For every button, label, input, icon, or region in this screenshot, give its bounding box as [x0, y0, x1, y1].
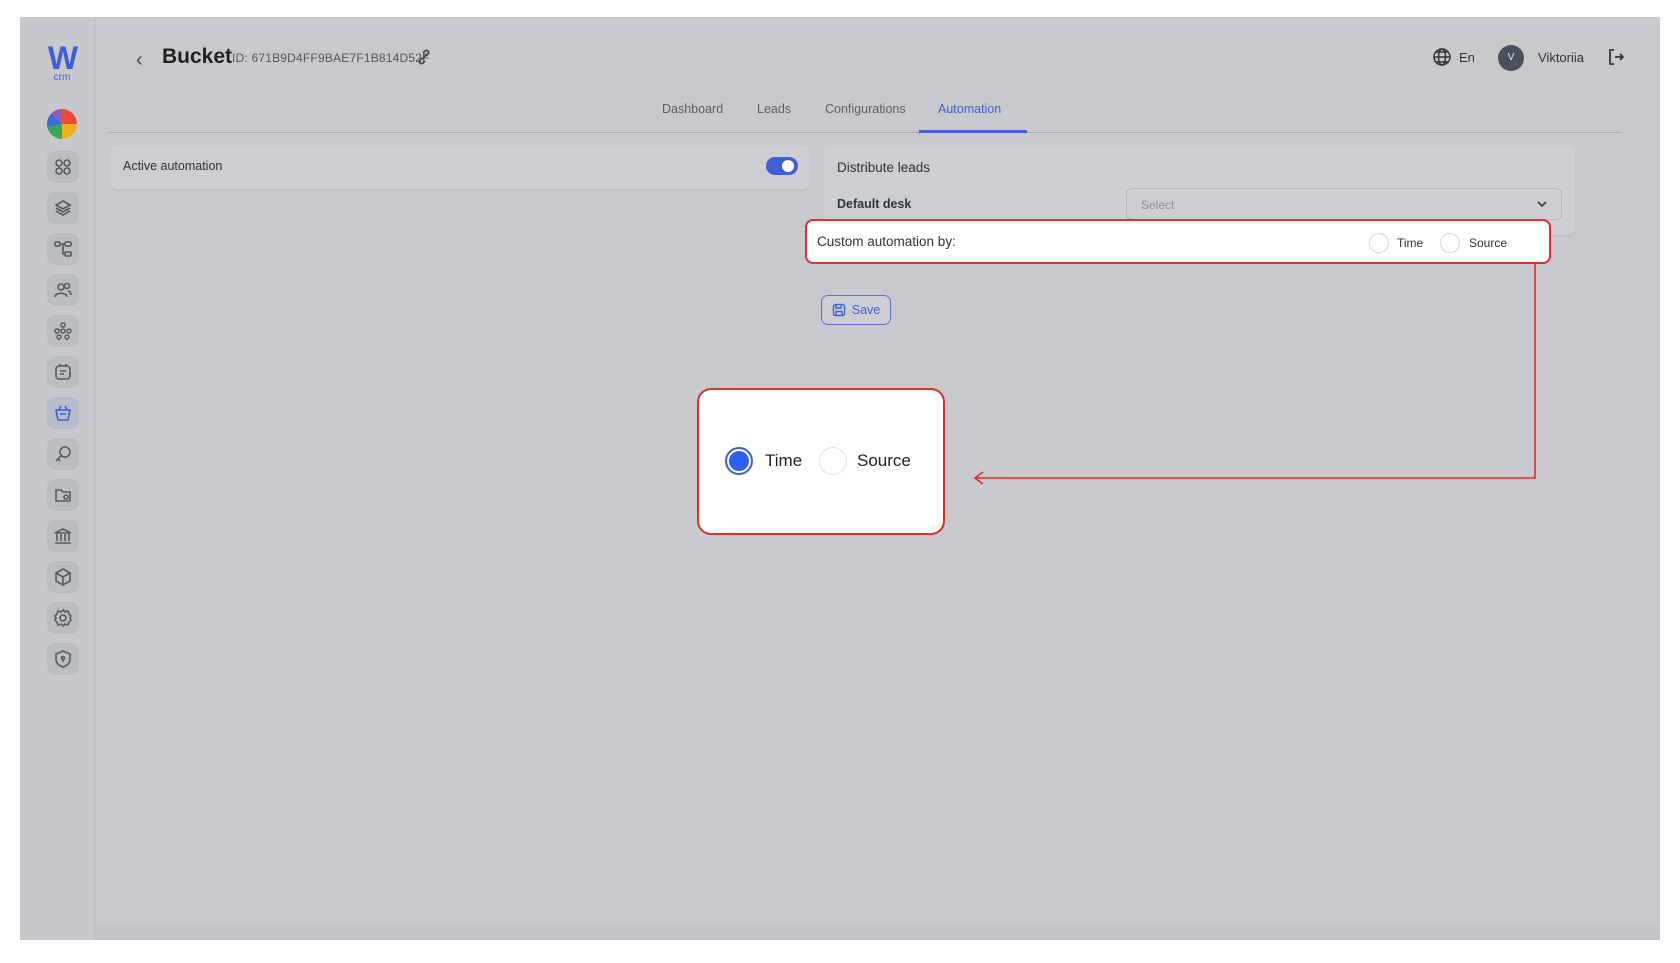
hierarchy-icon[interactable]: [47, 233, 79, 265]
radio-source-label-large: Source: [857, 451, 911, 470]
active-automation-label: Active automation: [123, 159, 223, 173]
bucket-icon[interactable]: [47, 397, 79, 429]
brand-logo[interactable]: W crm: [44, 40, 80, 83]
zoom-callout: Time Source: [697, 388, 945, 535]
sidebar: W crm: [20, 17, 96, 940]
active-tab-indicator: [919, 130, 1027, 133]
shield-icon[interactable]: [47, 643, 79, 675]
radio-selected-dot: [729, 451, 749, 471]
tab-automation[interactable]: Automation: [938, 102, 1001, 116]
notes-icon[interactable]: [47, 356, 79, 388]
radio-time-small[interactable]: [1369, 233, 1389, 253]
globe-icon: [1433, 48, 1451, 66]
color-wheel-icon[interactable]: [47, 109, 77, 139]
tab-bar: Dashboard Leads Configurations Automatio…: [96, 92, 1621, 134]
select-placeholder: Select: [1141, 198, 1175, 212]
tab-dashboard[interactable]: Dashboard: [662, 102, 723, 116]
dashboard-icon[interactable]: [47, 151, 79, 183]
layers-icon[interactable]: [47, 192, 79, 224]
save-icon: [832, 303, 845, 317]
default-desk-label: Default desk: [837, 197, 912, 211]
users-icon[interactable]: [47, 274, 79, 306]
active-automation-card: Active automation: [109, 145, 811, 189]
logo-letter: W: [47, 40, 78, 76]
custom-automation-row: Custom automation by: Time Source: [805, 219, 1551, 264]
chevron-down-icon: [1537, 201, 1547, 208]
radio-time-large[interactable]: [725, 447, 753, 475]
box-icon[interactable]: [47, 561, 79, 593]
tab-leads[interactable]: Leads: [757, 102, 791, 116]
radio-source-small[interactable]: [1440, 233, 1460, 253]
avatar[interactable]: V: [1498, 45, 1524, 71]
folder-user-icon[interactable]: [47, 479, 79, 511]
key-icon[interactable]: [47, 438, 79, 470]
user-name[interactable]: Viktoriia: [1538, 50, 1584, 65]
language-label: En: [1459, 49, 1475, 65]
language-switcher[interactable]: En: [1432, 47, 1475, 67]
save-label: Save: [851, 303, 881, 317]
back-button[interactable]: ‹: [136, 49, 143, 72]
copy-link-icon[interactable]: [414, 47, 434, 67]
active-automation-toggle[interactable]: [766, 157, 798, 175]
tab-configurations[interactable]: Configurations: [825, 102, 906, 116]
bank-icon[interactable]: [47, 520, 79, 552]
logout-icon[interactable]: [1606, 47, 1626, 67]
network-icon[interactable]: [47, 315, 79, 347]
bottom-bar: [96, 925, 1660, 940]
radio-time-label-large: Time: [765, 451, 803, 470]
radio-time-label-small: Time: [1397, 236, 1424, 250]
radio-source-label-small: Source: [1469, 236, 1508, 250]
bucket-id: ID: 671B9D4FF9BAE7F1B814D52F: [232, 51, 430, 65]
toggle-knob: [782, 160, 794, 172]
page-title: Bucket: [162, 45, 233, 68]
tab-divider: [109, 132, 1621, 133]
distribute-leads-title: Distribute leads: [837, 160, 931, 175]
custom-automation-label: Custom automation by:: [817, 234, 956, 249]
default-desk-select[interactable]: Select: [1126, 188, 1562, 220]
radio-source-large[interactable]: [819, 447, 847, 475]
settings-icon[interactable]: [47, 602, 79, 634]
save-button[interactable]: Save: [821, 295, 891, 325]
